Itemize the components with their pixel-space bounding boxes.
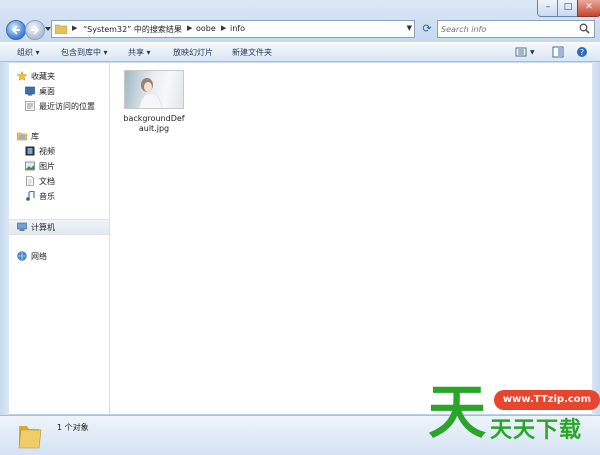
- slideshow-button[interactable]: 放映幻灯片: [173, 47, 213, 58]
- libraries-icon: [17, 132, 27, 141]
- refresh-button[interactable]: ⟳: [419, 21, 435, 37]
- address-bar[interactable]: ▶ “System32” 中的搜索结果 ▶ oobe ▶ info ▼: [51, 20, 415, 38]
- breadcrumb-separator-icon[interactable]: ▶: [221, 24, 226, 32]
- nav-pictures-label: 图片: [39, 162, 55, 171]
- command-bar: 组织 ▾ 包含到库中 ▾ 共享 ▾ 放映幻灯片 新建文件夹 ▼ ?: [0, 42, 600, 62]
- nav-libraries-label: 库: [31, 132, 39, 141]
- window-frame-right: [592, 62, 600, 415]
- search-box[interactable]: [437, 20, 595, 38]
- item-count: 1 个对象: [57, 423, 89, 432]
- nav-desktop-label: 桌面: [39, 87, 55, 96]
- navigation-bar: – □ ✕ ▶ “System32” 中的搜索结果 ▶ oobe ▶ info …: [0, 0, 600, 42]
- arrow-right-icon: [31, 25, 40, 35]
- watermark-glyph: 天: [428, 378, 487, 446]
- breadcrumb-oobe[interactable]: oobe: [196, 24, 216, 33]
- forward-button[interactable]: [25, 20, 45, 40]
- desktop-icon: [25, 86, 35, 96]
- star-icon: [17, 71, 27, 81]
- nav-network-label: 网络: [31, 252, 47, 261]
- close-icon: ✕: [585, 2, 593, 12]
- change-view-icon[interactable]: [515, 46, 527, 58]
- nav-desktop[interactable]: 桌面: [9, 84, 109, 98]
- nav-recent-places-label: 最近访问的位置: [39, 102, 95, 111]
- new-folder-button[interactable]: 新建文件夹: [232, 47, 272, 58]
- watermark-url-badge: www.TTzip.com: [494, 390, 600, 410]
- arrow-left-icon: [11, 25, 20, 35]
- maximize-icon: □: [563, 2, 573, 12]
- pictures-icon: [25, 161, 35, 171]
- share-menu[interactable]: 共享 ▾: [128, 47, 151, 58]
- include-in-library-menu[interactable]: 包含到库中 ▾: [61, 47, 108, 58]
- nav-libraries[interactable]: 库: [9, 129, 109, 143]
- watermark-logo: 天 www.TTzip.com 天天下载: [428, 380, 600, 452]
- navigation-pane: 收藏夹 桌面 最近访问的位置 库 视频 图片 文档 音乐 计算机 网络: [9, 63, 110, 414]
- address-dropdown-icon[interactable]: ▼: [407, 24, 412, 32]
- help-icon[interactable]: ?: [576, 46, 588, 58]
- computer-icon: [17, 222, 27, 231]
- nav-computer-label: 计算机: [31, 223, 55, 232]
- window-frame-left: [0, 62, 9, 415]
- watermark-brand: 天天下载: [490, 418, 583, 443]
- minimize-icon: –: [545, 2, 551, 12]
- explorer-window: – □ ✕ ▶ “System32” 中的搜索结果 ▶ oobe ▶ info …: [0, 0, 600, 455]
- breadcrumb-separator-icon[interactable]: ▶: [72, 24, 77, 32]
- nav-documents[interactable]: 文档: [9, 174, 109, 188]
- back-button[interactable]: [6, 20, 26, 40]
- breadcrumb-info[interactable]: info: [230, 24, 245, 33]
- image-thumbnail-icon: [124, 70, 184, 109]
- nav-computer[interactable]: 计算机: [9, 219, 109, 235]
- organize-menu[interactable]: 组织 ▾: [17, 47, 40, 58]
- file-list: backgroundDefault.jpg: [110, 63, 592, 414]
- close-button[interactable]: ✕: [577, 0, 600, 17]
- search-icon[interactable]: [579, 23, 590, 34]
- recent-places-icon: [25, 101, 35, 111]
- nav-favorites-label: 收藏夹: [31, 72, 55, 81]
- svg-text:?: ?: [580, 48, 584, 57]
- nav-videos[interactable]: 视频: [9, 144, 109, 158]
- view-options-dropdown-icon[interactable]: ▼: [530, 49, 535, 56]
- nav-music[interactable]: 音乐: [9, 189, 109, 203]
- breadcrumb-search-results[interactable]: “System32” 中的搜索结果: [83, 24, 182, 35]
- nav-network[interactable]: 网络: [9, 249, 109, 263]
- nav-documents-label: 文档: [39, 177, 55, 186]
- videos-icon: [25, 146, 35, 156]
- folder-icon: [18, 426, 42, 449]
- nav-pictures[interactable]: 图片: [9, 159, 109, 173]
- nav-music-label: 音乐: [39, 192, 55, 201]
- file-name: backgroundDefault.jpg: [123, 114, 185, 133]
- refresh-icon: ⟳: [422, 22, 432, 35]
- documents-icon: [26, 176, 34, 186]
- folder-icon: [55, 24, 67, 34]
- maximize-button[interactable]: □: [557, 0, 579, 17]
- nav-recent-places[interactable]: 最近访问的位置: [9, 99, 109, 113]
- nav-videos-label: 视频: [39, 147, 55, 156]
- breadcrumb-separator-icon[interactable]: ▶: [187, 24, 192, 32]
- network-icon: [17, 251, 27, 261]
- search-input[interactable]: [441, 23, 571, 35]
- preview-pane-icon[interactable]: [552, 46, 564, 58]
- music-icon: [26, 191, 35, 201]
- photo-preview-icon: [139, 78, 163, 108]
- nav-favorites[interactable]: 收藏夹: [9, 69, 109, 83]
- minimize-button[interactable]: –: [537, 0, 559, 17]
